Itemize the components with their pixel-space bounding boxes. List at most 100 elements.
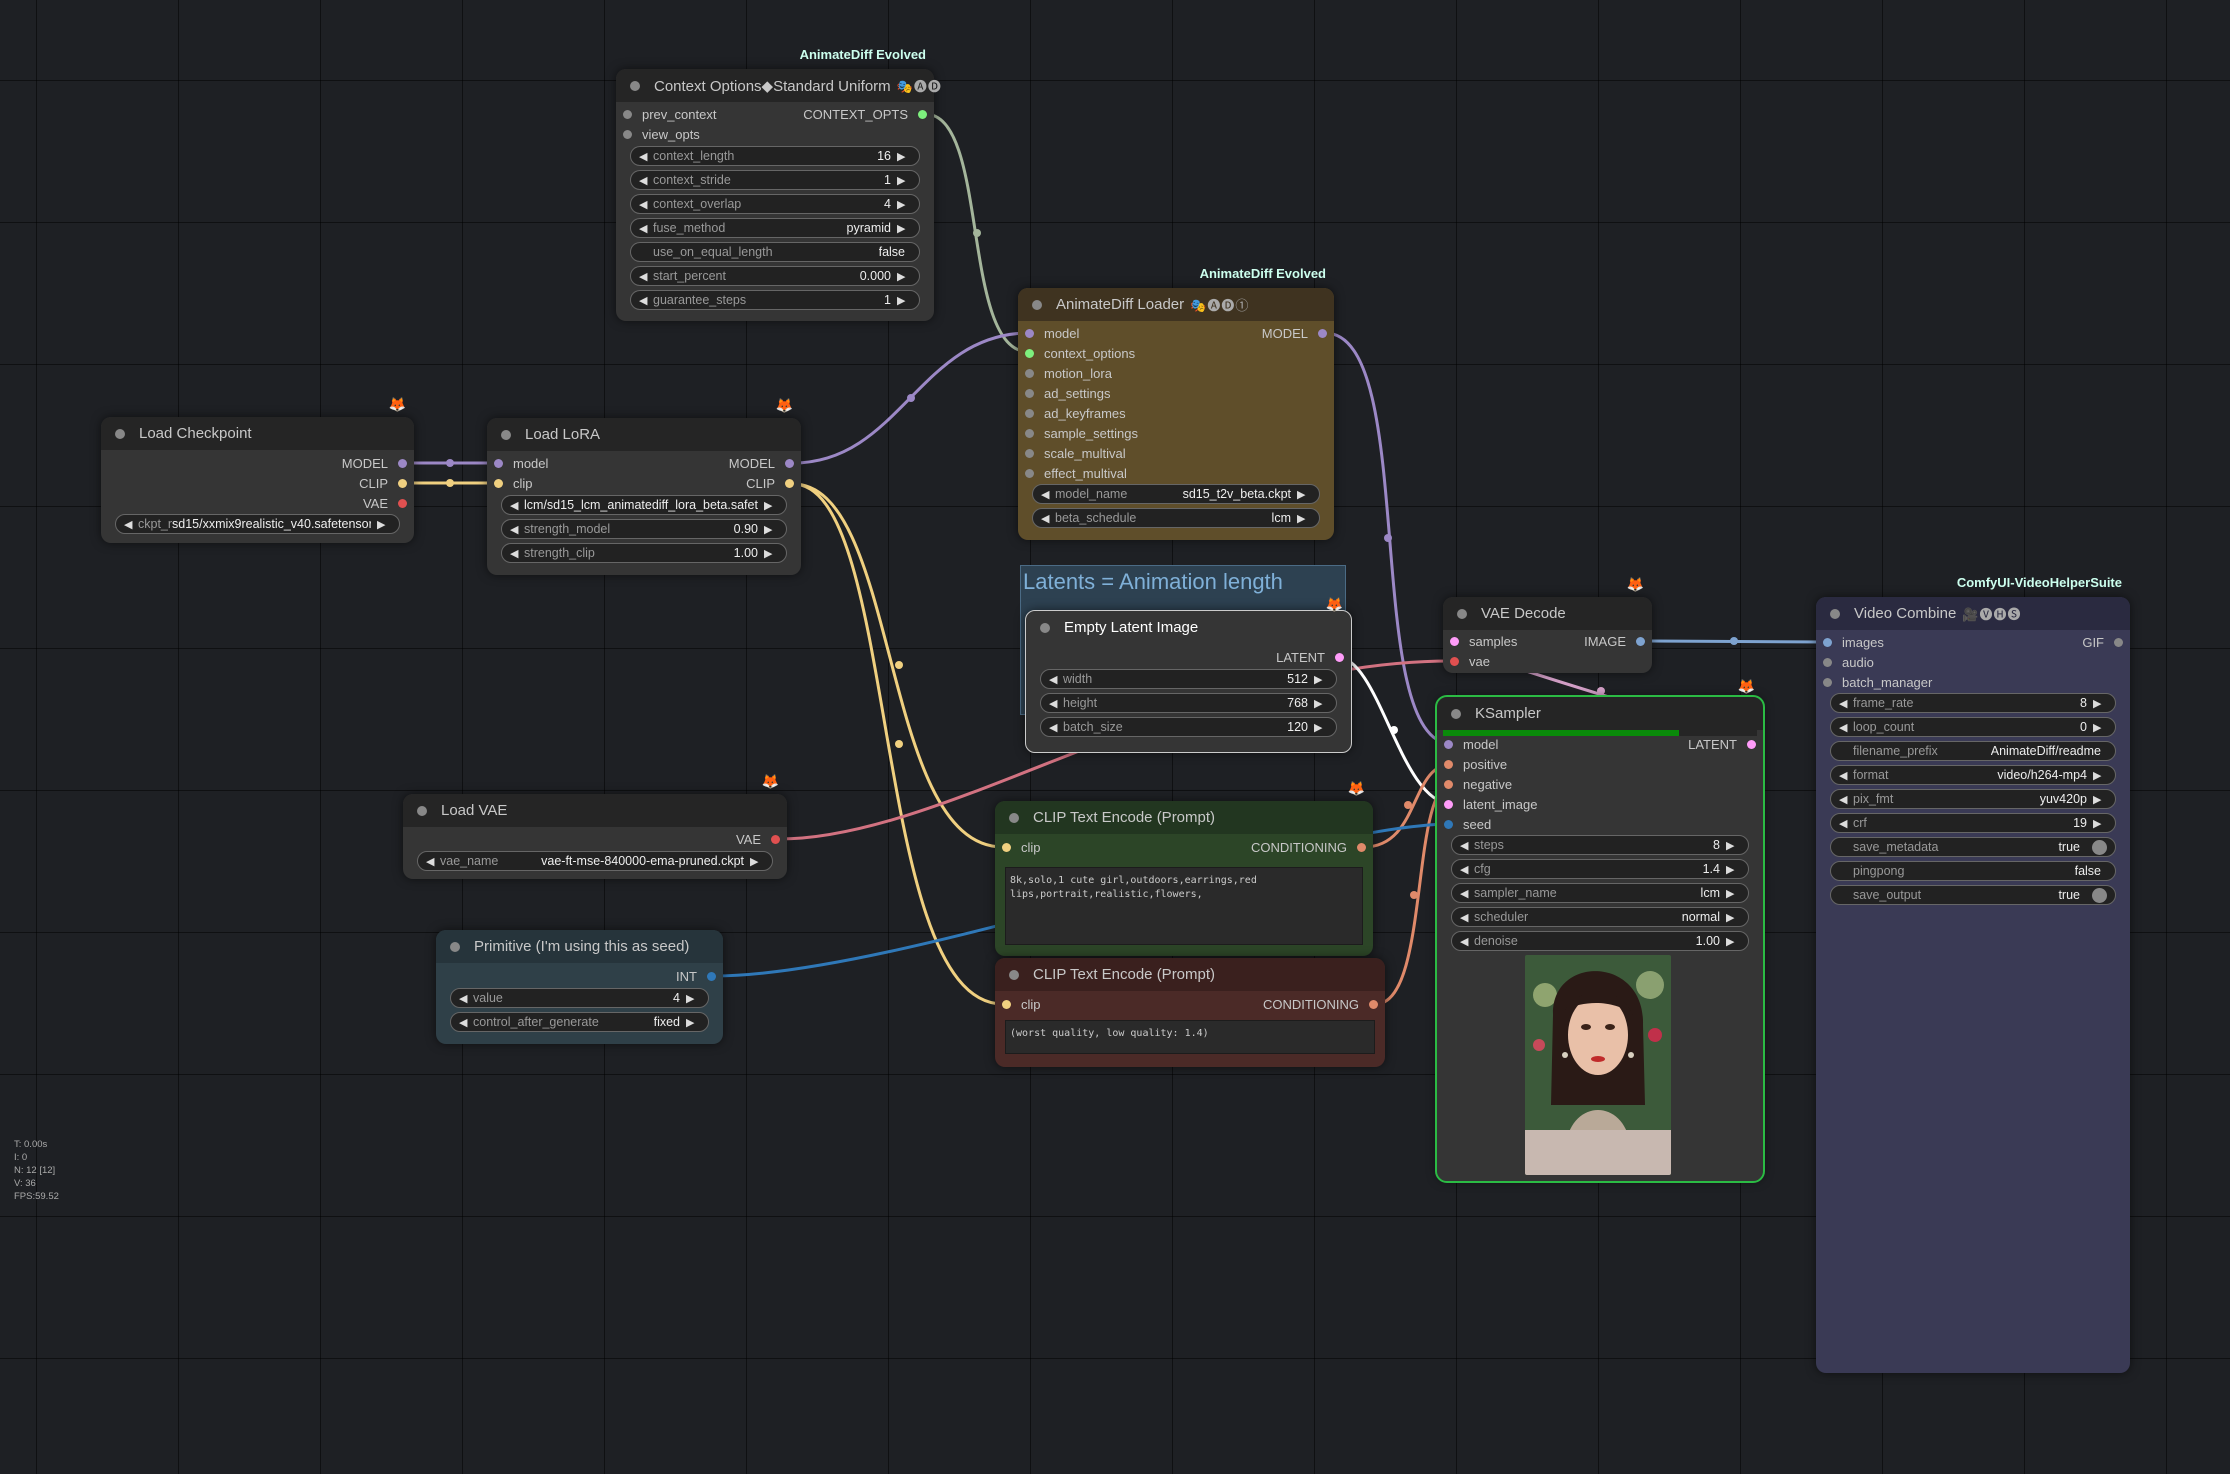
widget[interactable]: ◀ fuse_method pyramid ▶ [630, 218, 920, 238]
output-slot[interactable]: MODEL [729, 456, 794, 471]
widget[interactable]: ◀ context_overlap 4 ▶ [630, 194, 920, 214]
input-slot[interactable]: latent_image [1444, 797, 1537, 812]
output-slot[interactable]: VAE [363, 496, 407, 511]
clip-text-encode-negative-node[interactable]: CLIP Text Encode (Prompt) clip CONDITIONI… [995, 958, 1385, 1067]
collapse-dot[interactable] [1457, 608, 1467, 619]
collapse-dot[interactable] [1451, 708, 1461, 719]
collapse-dot[interactable] [1830, 608, 1840, 619]
widget[interactable]: ◀ beta_schedule lcm ▶ [1032, 508, 1320, 528]
widget[interactable]: ◀ckpt_namesd15/xxmix9realistic_v40.safet… [115, 514, 400, 534]
node-title-bar[interactable]: Empty Latent Image [1026, 611, 1351, 644]
output-slot[interactable]: CONDITIONING [1251, 840, 1366, 855]
input-slot[interactable]: ad_keyframes [1025, 406, 1126, 421]
widget[interactable]: ◀lora_namelcm/sd15_lcm_animatediff_lora_… [501, 495, 787, 515]
load-checkpoint-node[interactable]: 🦊 Load Checkpoint MODEL CLIP VAE ◀ ckpt_n… [101, 396, 414, 543]
widget[interactable]: ◀ vae_name vae-ft-mse-840000-ema-pruned.ck… [417, 851, 773, 871]
widget[interactable]: ◀ width 512 ▶ [1040, 669, 1337, 689]
node-title-bar[interactable]: Load VAE [403, 794, 787, 827]
output-slot[interactable]: GIF [2082, 635, 2123, 650]
input-slot[interactable]: scale_multival [1025, 446, 1126, 461]
node-title-bar[interactable]: KSampler [1437, 697, 1763, 730]
widget[interactable]: ◀ height 768 ▶ [1040, 693, 1337, 713]
output-slot[interactable]: MODEL [342, 456, 407, 471]
collapse-dot[interactable] [1032, 299, 1042, 310]
widget[interactable]: ◀ denoise 1.00 ▶ [1451, 931, 1749, 951]
node-title-bar[interactable]: AnimateDiff Loader 🎭🅐🅓① [1018, 288, 1334, 321]
output-slot[interactable]: IMAGE [1584, 634, 1645, 649]
empty-latent-node[interactable]: 🦊 Empty Latent Image LATENT ◀ width 512 ▶ ◀… [1025, 596, 1352, 753]
toggle-widget[interactable]: pingpong false [1830, 861, 2116, 881]
widget[interactable]: ◀ scheduler normal ▶ [1451, 907, 1749, 927]
widget[interactable]: ◀ sampler_name lcm ▶ [1451, 883, 1749, 903]
widget[interactable]: ◀ batch_size 120 ▶ [1040, 717, 1337, 737]
collapse-dot[interactable] [450, 941, 460, 952]
node-title-bar[interactable]: Video Combine 🎥🅥🅗🅢 [1816, 597, 2130, 630]
input-slot[interactable]: negative [1444, 777, 1512, 792]
input-slot[interactable]: samples [1450, 634, 1517, 649]
load-lora-node[interactable]: 🦊 Load LoRA model MODEL clip CLIP ◀lora_na… [487, 397, 801, 575]
prompt-textarea[interactable]: (worst quality, low quality: 1.4) [1005, 1020, 1375, 1054]
input-slot[interactable]: motion_lora [1025, 366, 1112, 381]
animatediff-loader-node[interactable]: AnimateDiff Evolved AnimateDiff Loader 🎭🅐… [1018, 266, 1334, 540]
collapse-dot[interactable] [501, 429, 511, 440]
collapse-dot[interactable] [115, 428, 125, 439]
input-slot[interactable]: prev_context [623, 107, 716, 122]
input-slot[interactable]: positive [1444, 757, 1507, 772]
node-title-bar[interactable]: Primitive (I'm using this as seed) [436, 930, 723, 963]
widget[interactable]: ◀ value 4 ▶ [450, 988, 709, 1008]
output-slot[interactable]: LATENT [1276, 650, 1344, 665]
widget[interactable]: ◀ control_after_generate fixed ▶ [450, 1012, 709, 1032]
collapse-dot[interactable] [1009, 812, 1019, 823]
collapse-dot[interactable] [1040, 622, 1050, 633]
collapse-dot[interactable] [1009, 969, 1019, 980]
output-slot[interactable]: CLIP [359, 476, 407, 491]
node-title-bar[interactable]: Context Options◆Standard Uniform 🎭🅐🅓 [616, 69, 941, 102]
toggle-widget[interactable]: save_metadata true [1830, 837, 2116, 857]
input-slot[interactable]: model [1025, 326, 1079, 341]
input-slot[interactable]: seed [1444, 817, 1491, 832]
output-slot[interactable]: LATENT [1688, 737, 1756, 752]
widget[interactable]: ◀ loop_count 0 ▶ [1830, 717, 2116, 737]
node-title-bar[interactable]: VAE Decode [1443, 597, 1652, 630]
widget[interactable]: ◀ guarantee_steps 1 ▶ [630, 290, 920, 310]
input-slot[interactable]: images [1823, 635, 1884, 650]
preview-image[interactable] [1525, 955, 1671, 1175]
input-slot[interactable]: clip [494, 476, 533, 491]
widget[interactable]: ◀ crf 19 ▶ [1830, 813, 2116, 833]
node-title-bar[interactable]: Load Checkpoint [101, 417, 414, 450]
collapse-dot[interactable] [630, 80, 640, 91]
primitive-node[interactable]: Primitive (I'm using this as seed) INT ◀… [436, 930, 723, 1044]
node-title-bar[interactable]: Load LoRA [487, 418, 801, 451]
widget[interactable]: ◀ steps 8 ▶ [1451, 835, 1749, 855]
widget[interactable]: ◀ pix_fmt yuv420p ▶ [1830, 789, 2116, 809]
load-vae-node[interactable]: 🦊 Load VAE VAE ◀ vae_name vae-ft-mse-84000… [403, 773, 787, 879]
widget[interactable]: ◀ start_percent 0.000 ▶ [630, 266, 920, 286]
input-slot[interactable]: view_opts [623, 127, 700, 142]
input-slot[interactable]: ad_settings [1025, 386, 1111, 401]
widget[interactable]: ◀ format video/h264-mp4 ▶ [1830, 765, 2116, 785]
input-slot[interactable]: clip [1002, 840, 1041, 855]
widget[interactable]: ◀ context_length 16 ▶ [630, 146, 920, 166]
input-slot[interactable]: sample_settings [1025, 426, 1138, 441]
input-slot[interactable]: vae [1450, 654, 1490, 669]
input-slot[interactable]: batch_manager [1823, 675, 1932, 690]
collapse-dot[interactable] [417, 805, 427, 816]
clip-text-encode-positive-node[interactable]: 🦊 CLIP Text Encode (Prompt) clip CONDITIO… [995, 780, 1373, 956]
output-slot[interactable]: CLIP [746, 476, 794, 491]
node-title-bar[interactable]: CLIP Text Encode (Prompt) [995, 801, 1373, 834]
widget[interactable]: ◀ frame_rate 8 ▶ [1830, 693, 2116, 713]
input-slot[interactable]: context_options [1025, 346, 1135, 361]
vae-decode-node[interactable]: 🦊 VAE Decode samples IMAGE vae [1443, 576, 1652, 673]
video-combine-node[interactable]: ComfyUI-VideoHelperSuite Video Combine 🎥🅥… [1816, 575, 2130, 1373]
output-slot[interactable]: VAE [736, 832, 780, 847]
prompt-textarea[interactable]: 8k,solo,1 cute girl,outdoors,earrings,re… [1005, 867, 1363, 945]
input-slot[interactable]: audio [1823, 655, 1874, 670]
output-slot[interactable]: INT [676, 969, 716, 984]
output-slot[interactable]: MODEL [1262, 326, 1327, 341]
toggle-widget[interactable]: save_output true [1830, 885, 2116, 905]
input-slot[interactable]: model [1444, 737, 1498, 752]
ksampler-node[interactable]: 🦊 KSampler model LATENT positive negative… [1435, 678, 1765, 1183]
context-options-node[interactable]: AnimateDiff Evolved Context Options◆Stan… [616, 47, 941, 321]
widget[interactable]: ◀ strength_clip 1.00 ▶ [501, 543, 787, 563]
output-slot[interactable]: CONTEXT_OPTS [803, 107, 927, 122]
